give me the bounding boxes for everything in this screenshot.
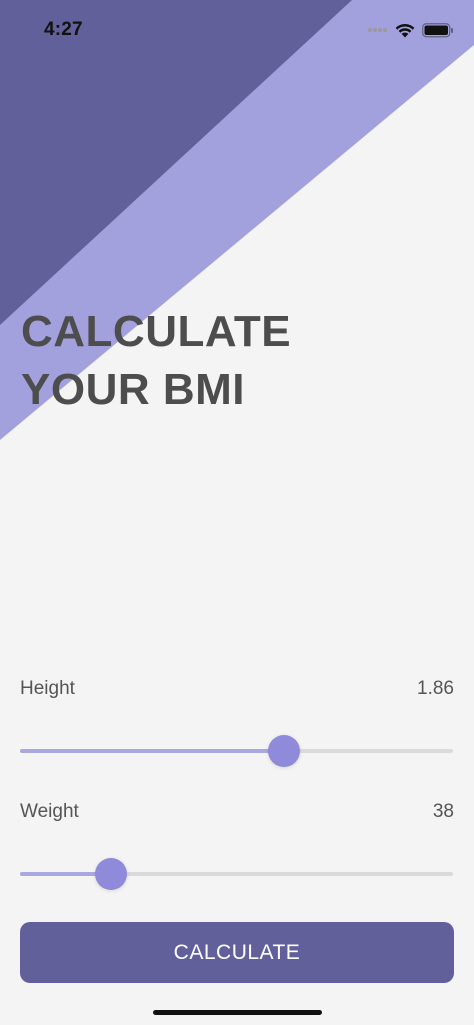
wifi-icon bbox=[395, 23, 415, 37]
height-value: 1.86 bbox=[417, 678, 454, 699]
page-title: CALCULATE YOUR BMI bbox=[21, 303, 291, 419]
weight-value: 38 bbox=[432, 801, 454, 822]
bmi-screen: 4:27 CALCULATE YOUR BMI Height 1.86 Weig… bbox=[0, 0, 474, 1025]
home-indicator bbox=[153, 1010, 322, 1015]
cellular-dots-icon bbox=[368, 28, 387, 32]
height-label: Height bbox=[20, 678, 75, 699]
height-slider[interactable] bbox=[20, 735, 453, 767]
weight-label: Weight bbox=[20, 801, 79, 822]
battery-icon bbox=[422, 22, 453, 37]
weight-slider[interactable] bbox=[20, 858, 453, 890]
title-line-1: CALCULATE bbox=[21, 307, 292, 356]
title-line-2: YOUR BMI bbox=[21, 365, 245, 414]
status-icons bbox=[367, 20, 454, 40]
status-time: 4:27 bbox=[44, 19, 83, 40]
height-slider-fill bbox=[20, 749, 285, 753]
calculate-button[interactable]: CALCULATE bbox=[20, 922, 454, 983]
weight-slider-thumb[interactable] bbox=[94, 858, 127, 890]
height-slider-thumb[interactable] bbox=[268, 735, 301, 767]
